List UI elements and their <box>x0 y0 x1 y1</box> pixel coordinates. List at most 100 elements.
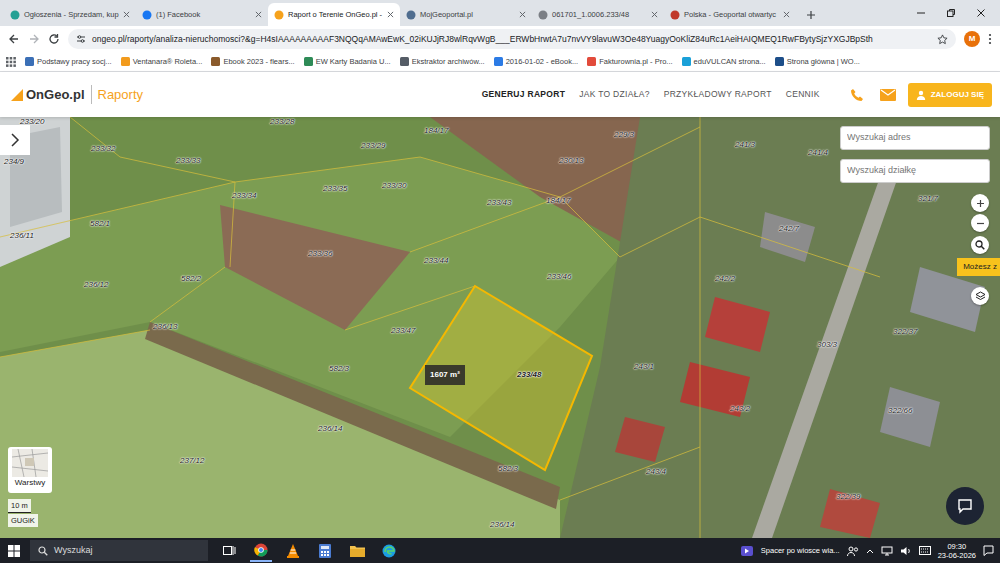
task-view-button[interactable] <box>218 539 240 562</box>
bookmark[interactable]: Ebook 2023 - flears... <box>211 56 294 67</box>
people-icon[interactable] <box>847 546 859 556</box>
map-thumbnail-icon[interactable] <box>12 449 48 477</box>
bookmark[interactable]: Ventanara® Roleta... <box>121 56 203 67</box>
bookmark[interactable]: Podstawy pracy socj... <box>25 56 112 67</box>
parcel-label[interactable]: 237/12 <box>180 457 204 465</box>
windows-start-icon[interactable] <box>8 545 20 557</box>
nav-link[interactable]: PRZYKŁADOWY RAPORT <box>664 84 772 105</box>
parcel-label[interactable]: 582/2 <box>181 275 201 283</box>
apps-icon[interactable] <box>6 57 16 67</box>
browser-tab[interactable]: (1) Facebook <box>136 3 268 26</box>
star-icon[interactable] <box>937 34 948 45</box>
browser-tab[interactable]: Ogłoszenia - Sprzedam, kup <box>4 3 136 26</box>
parcel-label[interactable]: 242/2 <box>715 275 735 283</box>
parcel-label[interactable]: 322/66 <box>888 407 912 415</box>
zoom-in-button[interactable] <box>971 194 989 212</box>
browser-tab[interactable]: Raport o Terenie OnGeo.pl - <box>268 3 400 26</box>
bookmark[interactable]: 2016-01-02 - eBook... <box>494 56 579 67</box>
nav-link[interactable]: CENNIK <box>786 84 820 105</box>
bookmark-label[interactable]: eduVULCAN strona... <box>694 56 766 67</box>
bookmark-label[interactable]: Ebook 2023 - flears... <box>223 56 294 67</box>
calculator-taskbar-button[interactable] <box>314 539 336 562</box>
parcel-label[interactable]: 233/29 <box>361 142 385 150</box>
parcel-label[interactable]: 236/11 <box>10 232 34 240</box>
bookmark-label[interactable]: Strona główna | WO... <box>787 56 860 67</box>
close-window-icon[interactable] <box>966 3 996 23</box>
browser-tab[interactable]: Polska - Geoportal otwartyc <box>664 3 796 26</box>
tab-label[interactable]: MojGeoportal.pl <box>420 9 515 20</box>
close-tab-icon[interactable] <box>519 11 526 18</box>
parcel-label[interactable]: 233/47 <box>391 327 415 335</box>
bookmark-label[interactable]: EW Karty Badania U... <box>316 56 391 67</box>
bookmark-label[interactable]: Podstawy pracy socj... <box>37 56 112 67</box>
task-view-icon[interactable] <box>223 545 236 556</box>
close-tab-icon[interactable] <box>783 11 790 18</box>
ongeo-logo-icon[interactable] <box>10 88 24 102</box>
reload-icon[interactable] <box>48 33 60 45</box>
keyboard-icon[interactable] <box>919 546 931 555</box>
bookmark[interactable]: Ekstraktor archiwów... <box>400 56 485 67</box>
profile-button[interactable]: M <box>964 31 980 47</box>
parcel-label[interactable]: 582/3 <box>329 365 349 373</box>
folder-icon[interactable] <box>350 545 365 557</box>
bookmark-label[interactable]: Fakturownia.pl - Pro... <box>599 56 672 67</box>
menu-icon[interactable] <box>988 33 992 45</box>
bookmark[interactable]: Fakturownia.pl - Pro... <box>587 56 672 67</box>
address-bar[interactable]: ongeo.pl/raporty/analiza-nieruchomosci?&… <box>68 29 956 49</box>
parcel-label[interactable]: 233/44 <box>424 257 448 265</box>
parcel-label[interactable]: 321/7 <box>918 195 938 203</box>
parcel-search[interactable] <box>840 159 990 183</box>
news-widget[interactable]: Spacer po wiosce wia... <box>761 545 840 556</box>
parcel-label[interactable]: 241/3 <box>735 141 755 149</box>
close-tab-icon[interactable] <box>123 11 130 18</box>
parcel-label[interactable]: 243/1 <box>634 363 654 371</box>
parcel-label[interactable]: 236/14 <box>490 521 514 529</box>
parcel-label[interactable]: 233/46 <box>547 273 571 281</box>
address-search[interactable] <box>840 126 990 150</box>
parcel-label[interactable]: 184/17 <box>424 127 448 135</box>
parcel-label[interactable]: 243/2 <box>730 405 750 413</box>
tab-label[interactable]: Ogłoszenia - Sprzedam, kup <box>24 9 119 20</box>
parcel-label[interactable]: 582/3 <box>498 465 518 473</box>
network-icon[interactable] <box>881 546 893 556</box>
logo[interactable]: OnGeo.pl <box>26 85 85 105</box>
chrome-taskbar-button[interactable] <box>250 539 272 562</box>
date[interactable]: 23-06-2026 <box>938 551 976 560</box>
nav-link[interactable]: JAK TO DZIAŁA? <box>579 84 650 105</box>
parcel-label[interactable]: 236/14 <box>318 425 342 433</box>
weather-icon[interactable] <box>740 544 754 558</box>
site-info-icon[interactable] <box>76 34 86 44</box>
parcel-label[interactable]: 233/48 <box>517 371 541 379</box>
clock[interactable]: 09:30 23-06-2026 <box>938 542 976 560</box>
layers-button[interactable] <box>971 287 989 305</box>
parcel-label[interactable]: 184/17 <box>546 197 570 205</box>
zoom-out-button[interactable] <box>971 214 989 232</box>
bookmark[interactable]: EW Karty Badania U... <box>304 56 391 67</box>
close-tab-icon[interactable] <box>255 11 262 18</box>
parcel-label[interactable]: 303/3 <box>817 341 837 349</box>
parcel-label[interactable]: 243/4 <box>646 468 666 476</box>
sidebar-toggle[interactable] <box>0 125 30 155</box>
minus-icon[interactable] <box>976 219 985 228</box>
close-tab-icon[interactable] <box>387 11 394 18</box>
explorer-taskbar-button[interactable] <box>346 539 368 562</box>
parcel-label[interactable]: 233/35 <box>323 185 347 193</box>
bookmark[interactable]: eduVULCAN strona... <box>682 56 766 67</box>
layers-switch[interactable]: Warstwy <box>8 447 52 493</box>
vlc-icon[interactable] <box>287 544 299 558</box>
parcel-label[interactable]: 234/9 <box>4 158 24 166</box>
logo-subtitle[interactable]: Raporty <box>91 85 144 105</box>
parcel-label[interactable]: 233/28 <box>270 118 294 126</box>
selected-parcel[interactable] <box>410 286 592 470</box>
chat-icon[interactable] <box>957 498 973 514</box>
parcel-label[interactable]: 322/39 <box>836 493 860 501</box>
tab-label[interactable]: Polska - Geoportal otwartyc <box>684 9 779 20</box>
notifications-icon[interactable] <box>983 545 994 556</box>
browser-tab[interactable]: MojGeoportal.pl <box>400 3 532 26</box>
tab-label[interactable]: 061701_1.0006.233/48 <box>552 9 647 20</box>
browser-tab[interactable]: 061701_1.0006.233/48 <box>532 3 664 26</box>
minimize-icon[interactable] <box>906 3 936 23</box>
parcel-label[interactable]: 233/32 <box>91 145 115 153</box>
layers-icon[interactable] <box>975 291 986 302</box>
parcel-label[interactable]: 233/30 <box>382 182 406 190</box>
